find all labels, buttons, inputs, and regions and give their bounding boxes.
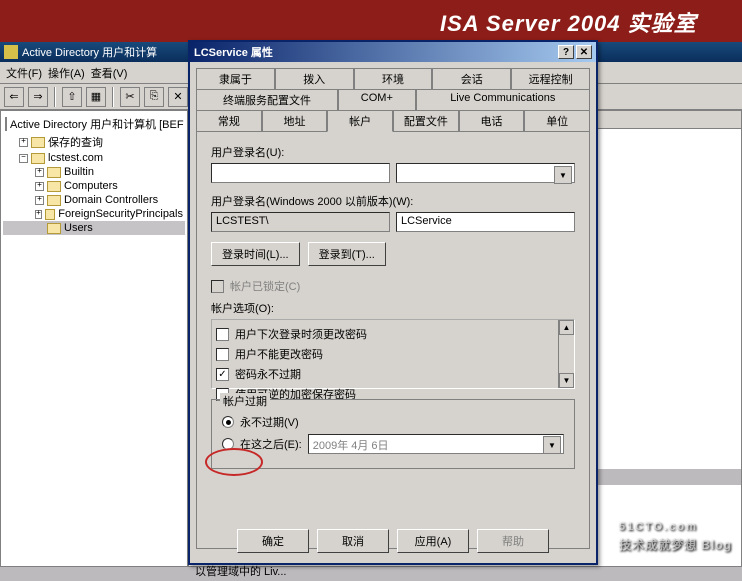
forward-button[interactable]: ⇒ bbox=[28, 87, 48, 107]
tab-单位[interactable]: 单位 bbox=[524, 110, 590, 132]
tab-配置文件[interactable]: 配置文件 bbox=[393, 110, 459, 132]
menu-action[interactable]: 操作(A) bbox=[48, 65, 85, 81]
copy-button[interactable]: ⎘ bbox=[144, 87, 164, 107]
tab-隶属于[interactable]: 隶属于 bbox=[196, 68, 275, 89]
back-button[interactable]: ⇐ bbox=[4, 87, 24, 107]
dialog-title: LCService 属性 bbox=[194, 44, 273, 60]
help-button[interactable]: ? bbox=[558, 45, 574, 59]
account-options-list: 用户下次登录时须更改密码 用户不能更改密码 ✓密码永不过期 使用可逆的加密保存密… bbox=[211, 319, 575, 389]
ok-button[interactable]: 确定 bbox=[237, 529, 309, 553]
account-options-label: 帐户选项(O): bbox=[211, 300, 575, 316]
cut-button[interactable]: ✂ bbox=[120, 87, 140, 107]
tree-domain[interactable]: −lcstest.com bbox=[3, 151, 185, 165]
upn-suffix-combo[interactable] bbox=[396, 163, 575, 183]
tree-root[interactable]: Active Directory 用户和计算机 [BEF bbox=[3, 115, 185, 133]
tab-常规[interactable]: 常规 bbox=[196, 110, 262, 132]
delete-button[interactable]: ✕ bbox=[168, 87, 188, 107]
account-expire-group: 帐户过期 永不过期(V) 在这之后(E): 2009年 4月 6日 bbox=[211, 399, 575, 469]
tab-远程控制[interactable]: 远程控制 bbox=[511, 68, 590, 89]
options-scrollbar[interactable]: ▲▼ bbox=[558, 320, 574, 388]
tree-builtin[interactable]: +Builtin bbox=[3, 165, 185, 179]
scroll-down-icon[interactable]: ▼ bbox=[559, 373, 574, 388]
props-button[interactable]: ▦ bbox=[86, 87, 106, 107]
opt-must-change-label: 用户下次登录时须更改密码 bbox=[235, 326, 367, 342]
tab-panel-account: 用户登录名(U): 用户登录名(Windows 2000 以前版本)(W): L… bbox=[196, 131, 590, 549]
expire-date-picker[interactable]: 2009年 4月 6日 bbox=[308, 434, 564, 454]
help-button-bottom[interactable]: 帮助 bbox=[477, 529, 549, 553]
logon-name-label: 用户登录名(U): bbox=[211, 144, 575, 160]
tree-pane: Active Directory 用户和计算机 [BEF +保存的查询 −lcs… bbox=[0, 110, 188, 567]
opt-never-expire-label: 密码永不过期 bbox=[235, 366, 301, 382]
tab-拨入[interactable]: 拨入 bbox=[275, 68, 354, 89]
tree-users[interactable]: Users bbox=[3, 221, 185, 235]
menu-view[interactable]: 查看(V) bbox=[91, 65, 128, 81]
dialog-titlebar[interactable]: LCService 属性 ? ✕ bbox=[190, 42, 596, 62]
logon-hours-button[interactable]: 登录时间(L)... bbox=[211, 242, 300, 266]
tab-电话[interactable]: 电话 bbox=[459, 110, 525, 132]
tree-dc[interactable]: +Domain Controllers bbox=[3, 193, 185, 207]
menu-file[interactable]: 文件(F) bbox=[6, 65, 42, 81]
tab-地址[interactable]: 地址 bbox=[262, 110, 328, 132]
expire-on-radio[interactable] bbox=[222, 438, 234, 450]
properties-dialog: LCService 属性 ? ✕ 隶属于拨入环境会话远程控制 终端服务配置文件C… bbox=[188, 40, 598, 565]
logon-name-input[interactable] bbox=[211, 163, 390, 183]
app-icon bbox=[4, 45, 18, 59]
up-button[interactable]: ⇧ bbox=[62, 87, 82, 107]
scroll-up-icon[interactable]: ▲ bbox=[559, 320, 574, 335]
logon-name-2000-label: 用户登录名(Windows 2000 以前版本)(W): bbox=[211, 193, 575, 209]
tab-COM+[interactable]: COM+ bbox=[338, 89, 415, 110]
account-locked-checkbox[interactable] bbox=[211, 280, 224, 293]
account-locked-label: 帐户已锁定(C) bbox=[230, 278, 300, 294]
parent-title: Active Directory 用户和计算 bbox=[22, 44, 157, 60]
tab-Live Communications[interactable]: Live Communications bbox=[416, 89, 590, 110]
expire-never-label: 永不过期(V) bbox=[240, 414, 299, 430]
app-banner: ISA Server 2004 实验室 bbox=[0, 0, 742, 42]
logon-to-button[interactable]: 登录到(T)... bbox=[308, 242, 386, 266]
account-expire-legend: 帐户过期 bbox=[220, 393, 270, 409]
apply-button[interactable]: 应用(A) bbox=[397, 529, 469, 553]
logon-user-field[interactable]: LCService bbox=[396, 212, 575, 232]
opt-cannot-change-checkbox[interactable] bbox=[216, 348, 229, 361]
expire-never-radio[interactable] bbox=[222, 416, 234, 428]
watermark: 51CTO.com 技术成就梦想 Blog bbox=[619, 510, 732, 553]
cancel-button[interactable]: 取消 bbox=[317, 529, 389, 553]
tree-saved-queries[interactable]: +保存的查询 bbox=[3, 133, 185, 151]
tree-fsp[interactable]: +ForeignSecurityPrincipals bbox=[3, 207, 185, 221]
opt-never-expire-checkbox[interactable]: ✓ bbox=[216, 368, 229, 381]
close-button[interactable]: ✕ bbox=[576, 45, 592, 59]
opt-must-change-checkbox[interactable] bbox=[216, 328, 229, 341]
expire-on-label: 在这之后(E): bbox=[240, 436, 302, 452]
tree-computers[interactable]: +Computers bbox=[3, 179, 185, 193]
tab-环境[interactable]: 环境 bbox=[354, 68, 433, 89]
opt-cannot-change-label: 用户不能更改密码 bbox=[235, 346, 323, 362]
tab-终端服务配置文件[interactable]: 终端服务配置文件 bbox=[196, 89, 338, 110]
logon-domain-field: LCSTEST\ bbox=[211, 212, 390, 232]
tab-帐户[interactable]: 帐户 bbox=[327, 110, 393, 132]
tab-会话[interactable]: 会话 bbox=[432, 68, 511, 89]
